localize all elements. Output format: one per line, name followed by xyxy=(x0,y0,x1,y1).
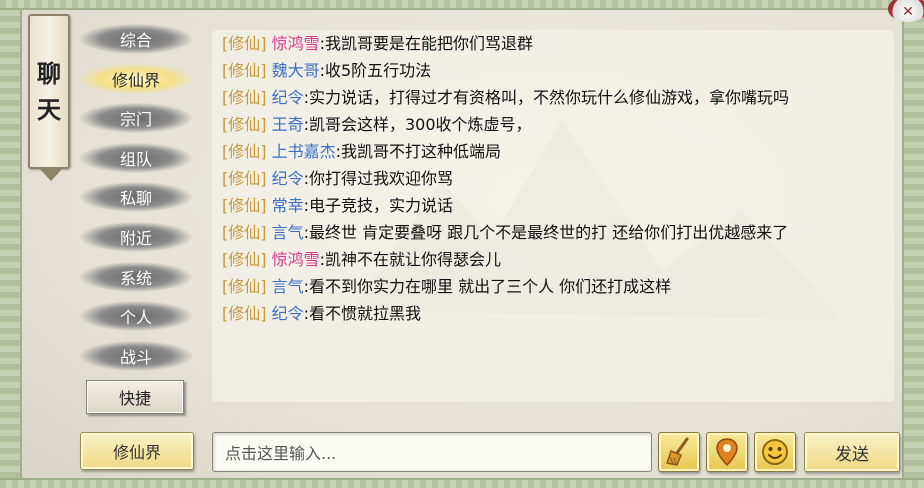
title-char-1: 聊 xyxy=(37,58,61,88)
sender-name[interactable]: 魏大哥 xyxy=(272,61,320,80)
frame-bottom-border xyxy=(0,478,924,488)
sender-name[interactable]: 惊鸿雪 xyxy=(272,250,320,269)
sender-name[interactable]: 纪令 xyxy=(272,88,304,107)
chat-input[interactable]: 点击这里输入... xyxy=(212,432,652,472)
chat-input-placeholder: 点击这里输入... xyxy=(225,444,337,463)
chat-message-list[interactable]: [修仙] 惊鸿雪:我凯哥要是在能把你们骂退群 [修仙] 魏大哥:收5阶五行功法 … xyxy=(212,30,894,402)
quick-button[interactable]: 快捷 xyxy=(86,380,184,415)
chat-message: [修仙] 魏大哥:收5阶五行功法 xyxy=(222,61,432,80)
tab-team[interactable]: 组队 xyxy=(80,142,192,173)
sender-name[interactable]: 纪令 xyxy=(272,169,304,188)
location-pin-icon[interactable] xyxy=(706,432,748,472)
title-char-2: 天 xyxy=(37,94,61,124)
frame-right-border xyxy=(902,10,924,478)
sender-name[interactable]: 王奇 xyxy=(272,115,304,134)
broom-icon[interactable] xyxy=(658,432,700,472)
tab-nearby[interactable]: 附近 xyxy=(80,221,192,252)
channel-select-button[interactable]: 修仙界 xyxy=(80,432,194,470)
chat-message: [修仙] 纪令:看不惯就拉黑我 xyxy=(222,304,422,323)
sender-name[interactable]: 上书嘉杰 xyxy=(272,142,336,161)
chat-message: [修仙] 上书嘉杰:我凯哥不打这种低端局 xyxy=(222,142,502,161)
channel-tab-list: 综合 修仙界 宗门 组队 私聊 附近 系统 个人 战斗 快捷 xyxy=(80,24,192,424)
tab-general[interactable]: 综合 xyxy=(80,24,192,54)
tab-battle[interactable]: 战斗 xyxy=(80,340,192,371)
chat-message: [修仙] 言气:最终世 肯定要叠呀 跟几个不是最终世的打 还给你们打出优越感来了 xyxy=(222,223,789,242)
chat-message: [修仙] 常幸:电子竞技，实力说话 xyxy=(222,196,454,215)
chat-message: [修仙] 惊鸿雪:我凯哥要是在能把你们骂退群 xyxy=(222,34,534,53)
sender-name[interactable]: 言气 xyxy=(272,277,304,296)
chat-title-scroll: 聊 天 xyxy=(28,14,70,181)
smiley-icon[interactable] xyxy=(754,432,796,472)
tab-sect[interactable]: 宗门 xyxy=(80,103,192,134)
sender-name[interactable]: 惊鸿雪 xyxy=(272,34,320,53)
chat-message: [修仙] 王奇:凯哥会这样，300收个炼虚号， xyxy=(222,115,532,134)
tab-system[interactable]: 系统 xyxy=(80,261,192,292)
send-button[interactable]: 发送 xyxy=(804,432,900,472)
tab-personal[interactable]: 个人 xyxy=(80,301,192,332)
sender-name[interactable]: 常幸 xyxy=(272,196,304,215)
sender-name[interactable]: 纪令 xyxy=(272,304,304,323)
chat-message: [修仙] 纪令:你打得过我欢迎你骂 xyxy=(222,169,454,188)
chat-message: [修仙] 言气:看不到你实力在哪里 就出了三个人 你们还打成这样 xyxy=(222,277,672,296)
tab-private[interactable]: 私聊 xyxy=(80,182,192,213)
frame-top-border xyxy=(0,0,924,10)
frame-left-border xyxy=(0,10,22,478)
tab-cultivation-world[interactable]: 修仙界 xyxy=(80,63,192,94)
chat-message: [修仙] 惊鸿雪:凯神不在就让你得瑟会儿 xyxy=(222,250,502,269)
sender-name[interactable]: 言气 xyxy=(272,223,304,242)
chat-message: [修仙] 纪令:实力说话，打得过才有资格叫，不然你玩什么修仙游戏，拿你嘴玩吗 xyxy=(222,88,790,107)
